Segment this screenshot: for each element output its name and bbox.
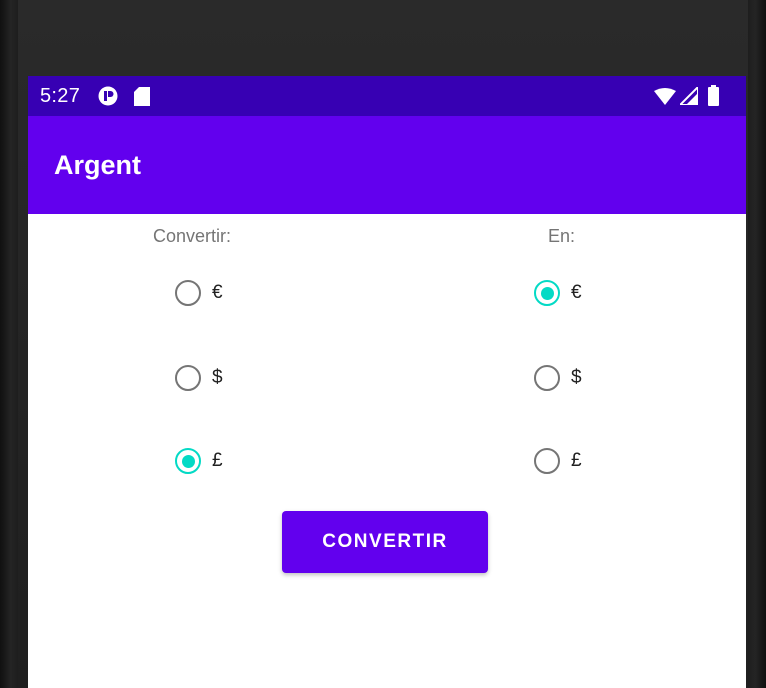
from-option-euro[interactable]: € [175, 273, 223, 313]
app-title: Argent [54, 150, 141, 180]
convert-button[interactable]: CONVERTIR [282, 511, 488, 573]
to-option-dollar-radio[interactable] [534, 365, 560, 391]
app-bar: Argent [28, 116, 746, 214]
to-option-pound-label: £ [571, 450, 582, 471]
from-option-pound-label: £ [212, 450, 223, 471]
from-option-euro-label: € [212, 282, 223, 303]
to-column-header: En: [548, 226, 576, 246]
from-option-dollar-radio[interactable] [175, 365, 201, 391]
sd-card-icon [134, 87, 150, 111]
from-option-pound[interactable]: £ [175, 441, 223, 481]
to-option-dollar-label: $ [571, 367, 582, 388]
device-edge-right [748, 0, 766, 688]
from-option-pound-radio[interactable] [175, 448, 201, 474]
from-option-dollar-label: $ [212, 367, 223, 388]
signal-icon [677, 84, 699, 110]
app-screen: 5:27 Argent Convertir: € $ £ En: € $ £ C… [28, 76, 746, 688]
from-option-euro-radio[interactable] [175, 280, 201, 306]
from-option-dollar[interactable]: $ [175, 358, 223, 398]
status-time: 5:27 [40, 85, 81, 107]
to-option-dollar[interactable]: $ [534, 358, 582, 398]
app-notification-icon [98, 86, 118, 111]
from-column-header: Convertir: [153, 226, 232, 246]
device-edge-left [0, 0, 18, 688]
to-option-pound[interactable]: £ [534, 441, 582, 481]
to-option-euro-label: € [571, 282, 582, 303]
status-bar: 5:27 [28, 76, 746, 116]
to-option-euro[interactable]: € [534, 273, 582, 313]
battery-icon [708, 85, 719, 111]
wifi-icon [654, 88, 676, 110]
to-option-euro-radio[interactable] [534, 280, 560, 306]
to-option-pound-radio[interactable] [534, 448, 560, 474]
